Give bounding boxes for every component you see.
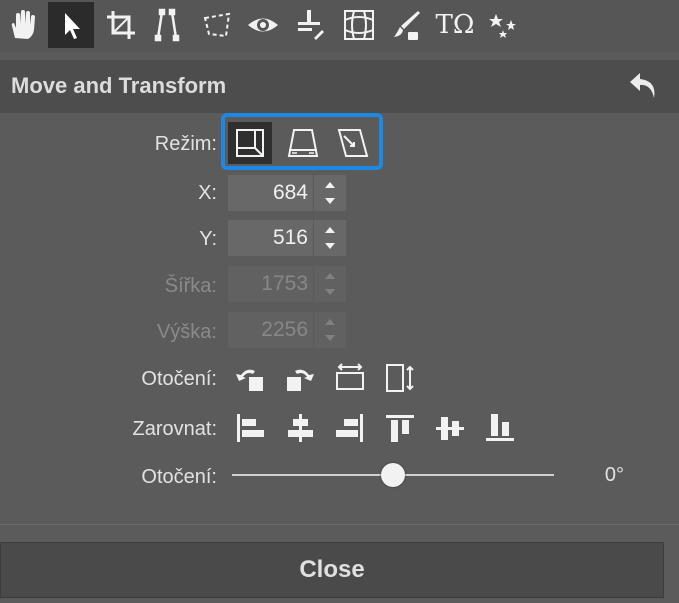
eye-icon[interactable]: [240, 2, 286, 48]
height-field: 2256: [228, 312, 346, 348]
width-stepper: [313, 266, 346, 302]
y-increment-icon[interactable]: [324, 225, 336, 235]
x-increment-icon[interactable]: [324, 180, 336, 190]
y-field[interactable]: 516: [228, 220, 346, 256]
move-mode-icon[interactable]: [228, 122, 272, 164]
align-label: Zarovnat:: [132, 418, 217, 440]
align-center-horizontal-icon[interactable]: [281, 409, 319, 447]
align-top-icon[interactable]: [381, 409, 419, 447]
x-decrement-icon[interactable]: [324, 196, 336, 206]
rotation-slider-value: 0°: [604, 464, 624, 486]
align-right-icon[interactable]: [331, 409, 369, 447]
align-left-icon[interactable]: [231, 409, 269, 447]
reset-undo-icon[interactable]: [622, 66, 666, 106]
width-increment-icon: [325, 273, 335, 279]
width-decrement-icon: [325, 289, 335, 295]
brush-icon[interactable]: [382, 2, 428, 48]
text-tool-glyph: TΩ: [435, 10, 475, 40]
x-label: X:: [198, 182, 217, 204]
x-stepper: [313, 175, 346, 211]
height-value: 2256: [261, 318, 308, 341]
x-field[interactable]: 684: [228, 175, 346, 211]
panel-header: Move and Transform: [0, 60, 679, 113]
y-value[interactable]: 516: [273, 226, 308, 250]
divider: [0, 524, 679, 525]
rotate-left-icon[interactable]: [231, 359, 269, 397]
warp-icon[interactable]: [336, 2, 382, 48]
level-icon[interactable]: [286, 2, 332, 48]
align-center-vertical-icon[interactable]: [431, 409, 469, 447]
align-bottom-icon[interactable]: [481, 409, 519, 447]
perspective-mode-icon[interactable]: [281, 122, 325, 164]
close-button[interactable]: Close: [0, 542, 664, 598]
y-decrement-icon[interactable]: [324, 241, 336, 251]
effects-stars-icon[interactable]: [480, 2, 526, 48]
height-stepper: [313, 312, 346, 348]
mode-selector: [221, 113, 383, 170]
x-value[interactable]: 684: [273, 181, 308, 205]
crop-icon[interactable]: [98, 2, 144, 48]
rotation-slider-handle[interactable]: [381, 463, 405, 487]
select-arrow-icon[interactable]: [48, 2, 94, 48]
flip-horizontal-icon[interactable]: [331, 359, 369, 397]
height-increment-icon: [325, 319, 335, 325]
width-label: Šířka:: [164, 275, 217, 297]
height-decrement-icon: [325, 335, 335, 341]
width-value: 1753: [261, 272, 308, 295]
flip-vertical-icon[interactable]: [381, 359, 419, 397]
perspective-icon[interactable]: [194, 2, 240, 48]
toolbar: TΩ: [0, 0, 679, 52]
height-label: Výška:: [156, 321, 217, 343]
y-stepper: [313, 220, 346, 256]
skew-mode-icon[interactable]: [331, 122, 375, 164]
rotate-right-icon[interactable]: [281, 359, 319, 397]
width-field: 1753: [228, 266, 346, 302]
mode-label: Režim:: [154, 133, 217, 155]
straighten-icon[interactable]: [144, 2, 190, 48]
rotation-slider-label: Otočení:: [141, 466, 217, 488]
y-label: Y:: [199, 228, 217, 250]
panel-title: Move and Transform: [11, 73, 227, 98]
rotation-buttons-label: Otočení:: [141, 368, 217, 390]
text-icon[interactable]: TΩ: [432, 2, 478, 48]
hand-icon[interactable]: [0, 2, 46, 48]
